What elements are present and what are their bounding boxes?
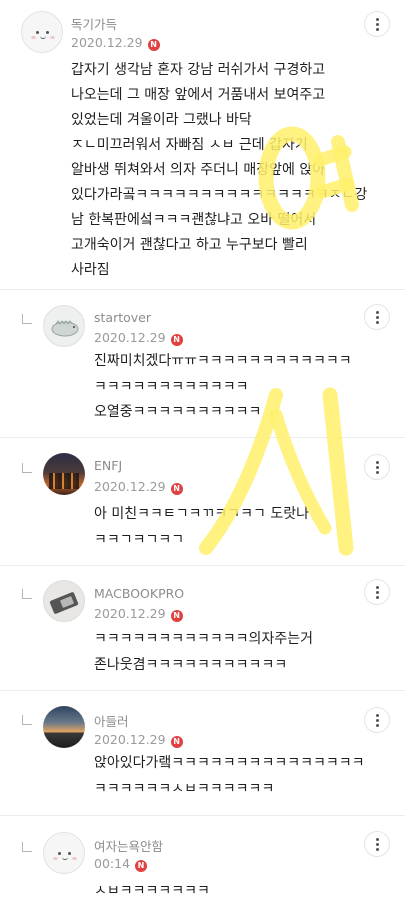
reply-item: ENFJ 2020.12.29 N 아 미친ㅋㅋㅌㄱㅋㄲㅋㄱㅋㄱ 도랏나 ㅋㅋㄱㅋ… <box>0 438 405 566</box>
more-options-button[interactable] <box>364 11 390 37</box>
comment-item: 독기가득 2020.12.29 N 갑자기 생각남 혼자 강남 러쉬가서 구경하고… <box>0 0 405 290</box>
comment-text: 아 미친ㅋㅋㅌㄱㅋㄲㅋㄱㅋㄱ 도랏나 ㅋㅋㄱㅋㄱㅋㄱ <box>94 506 309 548</box>
more-options-button[interactable] <box>364 454 390 480</box>
more-icon <box>376 714 379 717</box>
more-icon <box>376 18 379 21</box>
avatar[interactable] <box>43 832 85 874</box>
comment-text: 갑자기 생각남 혼자 강남 러쉬가서 구경하고 나오는데 그 매장 앞에서 거품… <box>71 62 368 278</box>
comment-author[interactable]: 여자는욕안함 <box>94 836 163 855</box>
reply-arrow-icon <box>22 463 32 473</box>
dinosaur-icon <box>51 320 79 337</box>
reply-arrow-icon <box>22 314 32 324</box>
more-options-button[interactable] <box>364 579 390 605</box>
comment-date: 2020.12.29 N <box>94 330 183 346</box>
comment-author[interactable]: ENFJ <box>94 458 122 473</box>
comment-author[interactable]: 독기가득 <box>71 14 117 33</box>
avatar[interactable] <box>43 580 85 622</box>
new-badge: N <box>170 334 183 346</box>
comment-date: 2020.12.29 N <box>94 732 183 748</box>
comment-author[interactable]: 아들러 <box>94 711 129 730</box>
new-badge: N <box>135 860 148 872</box>
new-badge: N <box>170 483 183 495</box>
comment-date: 2020.12.29 N <box>71 35 160 51</box>
comment-text: 앉아있다가랰ㅋㅋㅋㅋㅋㅋㅋㅋㅋㅋㅋㅋㅋㅋㅋ ㅋㅋㅋㅋㅋㅋㅅㅂㅋㅋㅋㅋㅋㅋ <box>94 755 365 797</box>
comment-text: 진짜미치겠다ㅠㅠㅋㅋㅋㅋㅋㅋㅋㅋㅋㅋㅋㅋ ㅋㅋㅋㅋㅋㅋㅋㅋㅋㅋㅋㅋ 오열중ㅋㅋㅋ… <box>94 353 352 420</box>
more-options-button[interactable] <box>364 707 390 733</box>
reply-item: 여자는욕안함 00:14 N ㅅㅂㅋㅋㅋㅋㅋㅋㅋ <box>0 816 405 913</box>
reply-item: 아들러 2020.12.29 N 앉아있다가랰ㅋㅋㅋㅋㅋㅋㅋㅋㅋㅋㅋㅋㅋㅋㅋ ㅋㅋ… <box>0 691 405 816</box>
more-icon <box>376 461 379 464</box>
avatar[interactable] <box>43 706 85 748</box>
reply-arrow-icon <box>22 842 32 852</box>
reply-item: MACBOOKPRO 2020.12.29 N ㅋㅋㅋㅋㅋㅋㅋㅋㅋㅋㅋㅋ의자주는거… <box>0 566 405 691</box>
avatar[interactable] <box>43 453 85 495</box>
more-icon <box>376 311 379 314</box>
reply-arrow-icon <box>22 715 32 725</box>
reply-arrow-icon <box>22 589 32 599</box>
new-badge: N <box>170 610 183 622</box>
comment-author[interactable]: MACBOOKPRO <box>94 586 184 601</box>
more-icon <box>376 586 379 589</box>
reply-item: startover 2020.12.29 N 진짜미치겠다ㅠㅠㅋㅋㅋㅋㅋㅋㅋㅋㅋㅋ… <box>0 290 405 438</box>
comment-text: ㅅㅂㅋㅋㅋㅋㅋㅋㅋ <box>94 883 210 899</box>
avatar[interactable] <box>43 305 85 347</box>
more-options-button[interactable] <box>364 831 390 857</box>
more-options-button[interactable] <box>364 304 390 330</box>
avatar[interactable] <box>21 11 63 53</box>
comment-author[interactable]: startover <box>94 310 151 325</box>
new-badge: N <box>170 736 183 748</box>
more-icon <box>376 838 379 841</box>
comment-text: ㅋㅋㅋㅋㅋㅋㅋㅋㅋㅋㅋㅋ의자주는거 존나웃겸ㅋㅋㅋㅋㅋㅋㅋㅋㅋㅋㅋ <box>94 631 313 673</box>
comment-date: 2020.12.29 N <box>94 479 183 495</box>
new-badge: N <box>147 39 160 51</box>
comment-date: 00:14 N <box>94 856 148 872</box>
comment-date: 2020.12.29 N <box>94 606 183 622</box>
